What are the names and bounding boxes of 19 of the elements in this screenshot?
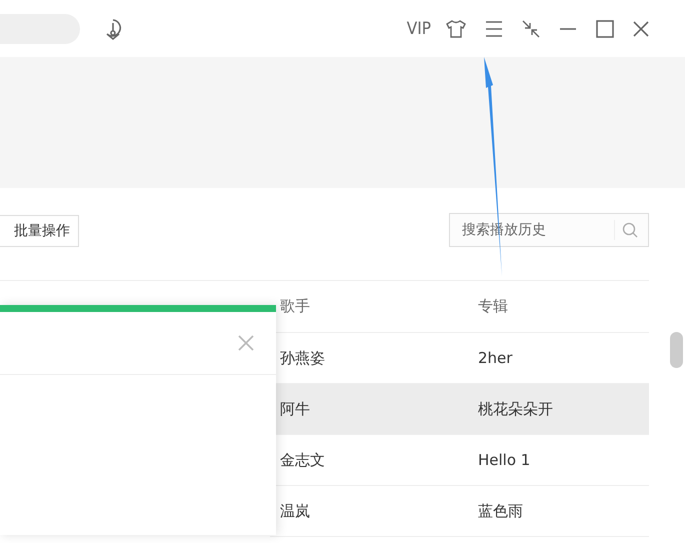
maximize-icon[interactable] [596,20,614,38]
table-cell-text: 温岚 [280,502,311,520]
minimize-icon[interactable] [559,26,577,30]
menu-icon[interactable] [485,20,503,36]
table-cell-text: 阿牛 [280,400,311,418]
table-cell-text: 金志文 [280,450,326,470]
vip-link[interactable]: VIP [406,18,431,38]
scrollbar-thumb[interactable] [670,332,683,368]
shirt-icon[interactable] [446,20,466,38]
batch-button[interactable]: 批量操作 [0,215,79,247]
table-cell: 蓝色雨 [478,502,523,520]
table-cell: 2her [478,349,512,367]
column-header: 专辑 [478,297,508,316]
table-cell: Hello 1 [478,451,530,469]
column-header: 歌手 [280,297,311,316]
table-cell: 桃花朵朵开 [478,400,553,418]
close-icon[interactable] [633,20,649,36]
mini-mode-icon[interactable] [522,20,540,38]
table-cell-text: 孙燕姿 [280,348,326,368]
